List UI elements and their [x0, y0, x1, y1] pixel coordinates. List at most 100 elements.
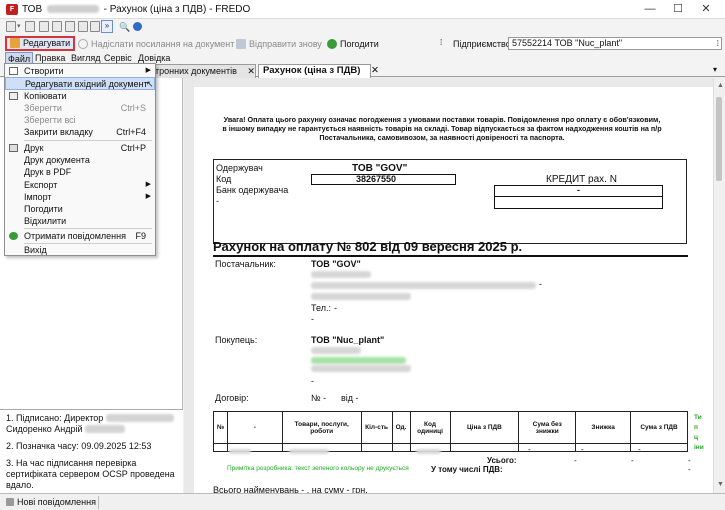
refresh-icon[interactable]: [90, 21, 100, 32]
menu-item-copy[interactable]: Копіювати: [5, 90, 155, 103]
menu-item-label: Відхилити: [24, 216, 67, 226]
tab-list-dropdown-icon[interactable]: ▾: [713, 65, 717, 74]
menu-item-exit[interactable]: Вихід: [5, 244, 155, 257]
col-quantity: Кіл-сть: [360, 411, 393, 444]
pencil-icon: [10, 38, 20, 48]
copy-icon[interactable]: [65, 21, 75, 32]
menu-item-save[interactable]: Зберегти Ctrl+S: [5, 102, 155, 115]
agree-button[interactable]: Погодити: [327, 37, 379, 51]
cell-number: [213, 443, 228, 452]
enterprise-label: Підприємство: [453, 39, 511, 49]
col-goods: Товари, послуги, роботи: [281, 411, 362, 444]
col-unit: Од.: [391, 411, 411, 444]
supplier-name: ТОВ "GOV": [311, 259, 361, 269]
menu-separator: [24, 228, 152, 229]
menu-item-print[interactable]: Друк Ctrl+P: [5, 142, 155, 155]
contract-label: Договір:: [215, 393, 249, 403]
supplier-address-dash: -: [539, 279, 542, 289]
cell-price: [449, 443, 520, 452]
menu-item-shortcut: Ctrl+F4: [116, 127, 146, 137]
app-logo-icon: F: [6, 4, 18, 15]
menu-item-export[interactable]: Експорт ▶: [5, 179, 155, 192]
menu-item-import[interactable]: Імпорт ▶: [5, 191, 155, 204]
bank-label: Банк одержувача: [216, 185, 289, 195]
signature-info-panel: 1. Підписано: Директор Сидоренко Андрій …: [0, 409, 183, 493]
menu-item-save-all[interactable]: Зберегти всі: [5, 114, 155, 127]
receiver-name: ТОВ "GOV": [352, 163, 408, 174]
redacted-signer: [105, 414, 174, 422]
title-bar: F ТОВ - Рахунок (ціна з ПДВ) - FREDO — ☐…: [0, 0, 725, 19]
enterprise-menu-icon[interactable]: ⁞: [717, 38, 719, 49]
menu-item-agree[interactable]: Погодити: [5, 203, 155, 216]
row-sum-no-discount: -: [528, 445, 531, 454]
row-sum-vat: -: [638, 445, 641, 454]
tab-electronic-documents[interactable]: тронних документів ✕: [150, 64, 256, 78]
total-value-3: -: [688, 456, 691, 465]
new-document-icon[interactable]: [6, 21, 16, 32]
close-button[interactable]: ✕: [692, 1, 720, 17]
new-dropdown-arrow-icon[interactable]: ▾: [17, 22, 21, 30]
menu-item-create[interactable]: Створити ▶: [5, 65, 155, 78]
contract-date: від -: [341, 393, 359, 403]
save-icon[interactable]: [39, 21, 49, 32]
developer-note: Примітка розробника: текст зеленого коль…: [227, 465, 409, 472]
new-messages-status[interactable]: Нові повідомлення: [17, 497, 96, 507]
menu-item-label: Редагувати вхідний документ: [25, 79, 148, 89]
menu-item-label: Закрити вкладку: [24, 127, 93, 137]
items-header-row: № - Товари, послуги, роботи Кіл-сть Од. …: [213, 411, 688, 444]
help-icon[interactable]: [133, 22, 142, 31]
status-bar: Нові повідомлення: [0, 493, 725, 510]
col-dash: -: [226, 411, 283, 444]
tab-invoice[interactable]: Рахунок (ціна з ПДВ) ✕: [258, 64, 379, 78]
menu-item-label: Створити: [24, 66, 64, 76]
filter-toggle-icon[interactable]: »: [101, 20, 113, 33]
signer-position: 1. Підписано: Директор: [6, 413, 104, 423]
signature-line-1: 1. Підписано: Директор Сидоренко Андрій: [6, 413, 183, 435]
search-icon[interactable]: 🔍: [119, 22, 130, 33]
resend-button[interactable]: Відправити знову: [236, 37, 322, 51]
redacted-buyer-green: [311, 357, 406, 364]
col-price: Ціна з ПДВ: [449, 411, 520, 444]
scroll-up-icon[interactable]: ▲: [717, 82, 724, 89]
redacted-buyer-code: [311, 347, 361, 354]
delete-icon[interactable]: [78, 21, 88, 32]
tab-close-icon[interactable]: ✕: [371, 65, 379, 76]
col-discount: Знижка: [575, 411, 632, 444]
table-row: [213, 443, 688, 452]
scrollbar-thumb[interactable]: [716, 97, 722, 181]
maximize-button[interactable]: ☐: [664, 1, 692, 17]
minimize-button[interactable]: —: [636, 1, 664, 17]
menu-item-label: Друк: [24, 143, 44, 153]
redacted-row-goods: [289, 449, 329, 454]
document-viewer[interactable]: Увага! Оплата цього рахунку означає пого…: [184, 78, 713, 493]
redacted-supplier-detail: [311, 271, 371, 278]
tab-close-icon[interactable]: ✕: [247, 66, 255, 76]
receiver-code: 38267550: [356, 174, 397, 184]
send-link-button[interactable]: Надіслати посилання на документ: [78, 37, 234, 51]
quick-access-toolbar: ▾ » 🔍: [0, 19, 725, 35]
credit-label: КРЕДИТ рах. N: [546, 174, 617, 185]
toolbar-overflow-icon[interactable]: ⁞: [440, 38, 442, 47]
tab-electronic-documents-label: тронних документів: [155, 66, 237, 76]
menu-item-close-tab[interactable]: Закрити вкладку Ctrl+F4: [5, 126, 155, 139]
agree-label: Погодити: [340, 39, 379, 49]
col-sum-no-discount: Сума без знижки: [518, 411, 577, 444]
submenu-arrow-icon: ▶: [145, 181, 151, 188]
menu-item-print-document[interactable]: Друк документа: [5, 154, 155, 167]
open-icon[interactable]: [25, 21, 35, 32]
check-circle-icon: [327, 39, 337, 49]
new-document-icon: [9, 67, 18, 75]
edit-button[interactable]: Редагувати: [5, 36, 76, 51]
scroll-down-icon[interactable]: ▼: [717, 481, 724, 488]
window-title: ТОВ - Рахунок (ціна з ПДВ) - FREDO: [22, 3, 250, 16]
printer-icon: [9, 144, 18, 152]
side-column-header: Ти п ц іни: [694, 413, 704, 453]
title-underline: [213, 255, 688, 257]
menu-item-edit-incoming[interactable]: Редагувати вхідний документ ↖: [5, 77, 155, 90]
menu-item-print-pdf[interactable]: Друк в PDF: [5, 166, 155, 179]
vat-label: У тому числі ПДВ:: [431, 465, 503, 474]
enterprise-select[interactable]: 57552214 ТОВ "Nuc_plant" ⁞: [508, 37, 722, 50]
menu-item-get-messages[interactable]: Отримати повідомлення F9: [5, 230, 155, 243]
menu-item-reject[interactable]: Відхилити: [5, 215, 155, 228]
print-icon[interactable]: [52, 21, 62, 32]
